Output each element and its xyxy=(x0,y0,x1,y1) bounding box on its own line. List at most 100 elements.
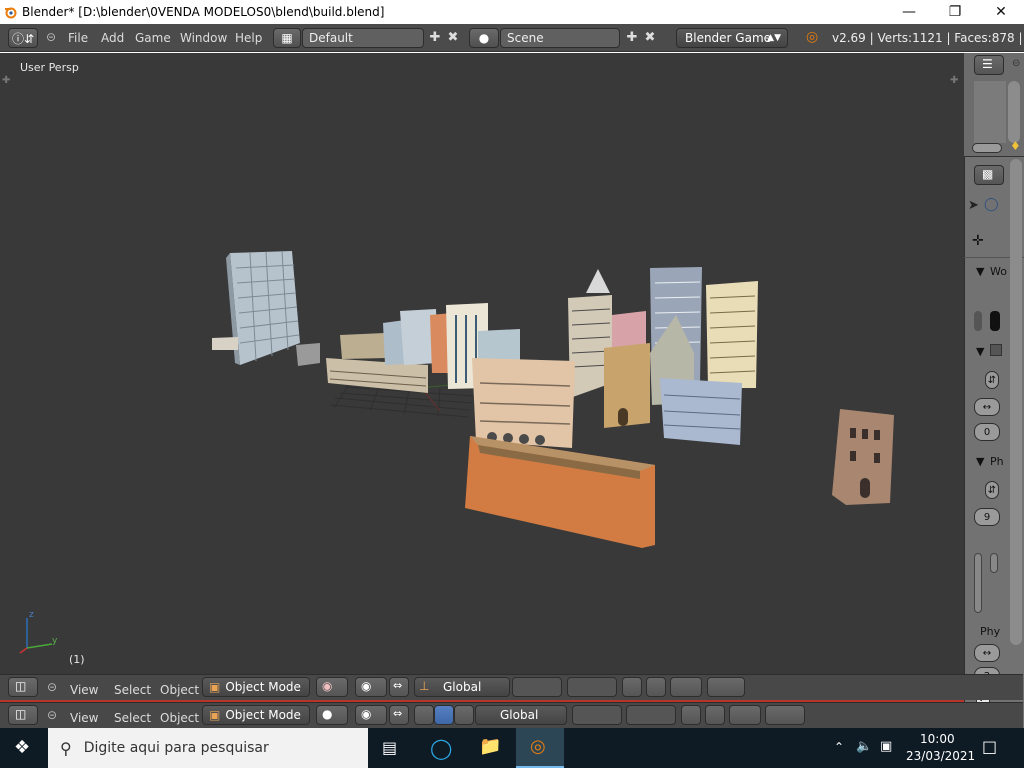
speaker-icon[interactable]: 🔈 xyxy=(856,739,872,754)
value-field-0[interactable]: 0 xyxy=(974,423,1000,441)
collapse-menu-icon[interactable]: ⊝ xyxy=(47,680,57,694)
clock-time[interactable]: 10:00 xyxy=(920,732,955,746)
screen-layout-selector[interactable]: ▦ xyxy=(273,28,301,48)
layer-buttons-a[interactable] xyxy=(572,705,622,725)
minimize-button[interactable]: — xyxy=(886,0,932,24)
properties-scrollbar[interactable] xyxy=(1010,159,1022,645)
physics-tab-icon[interactable]: ✛ xyxy=(972,233,984,249)
orientation-dropdown[interactable]: Global xyxy=(475,705,567,725)
tray-chevron-icon[interactable]: ⌃ xyxy=(834,740,844,754)
add-scene-icon[interactable]: ✚ xyxy=(625,30,639,46)
remove-scene-icon[interactable]: ✖ xyxy=(643,30,657,46)
value-field-9[interactable]: 9 xyxy=(974,508,1000,526)
scene-selector[interactable]: ● xyxy=(469,28,499,48)
transform-icon: ⊥ xyxy=(419,679,430,693)
menu-file[interactable]: File xyxy=(68,31,88,45)
editor-type-button[interactable]: ◫ xyxy=(8,677,38,697)
lock-layers-button[interactable] xyxy=(622,677,642,697)
3d-viewport[interactable]: User Persp ✚ ✚ z y (1) xyxy=(0,53,964,674)
add-screen-icon[interactable]: ✚ xyxy=(428,30,442,46)
lamp-icon: ♦ xyxy=(1010,139,1021,153)
manipulator-toggle[interactable]: ⇔ xyxy=(389,677,409,697)
notification-icon[interactable]: □ xyxy=(982,737,997,756)
color-slider[interactable] xyxy=(974,311,982,331)
pivot-point-button[interactable]: ◉ xyxy=(355,677,387,697)
small-gray-building xyxy=(296,343,320,366)
snap-button[interactable] xyxy=(670,677,702,697)
mist-panel-toggle-icon[interactable]: ▼ xyxy=(976,345,984,358)
translate-manipulator[interactable] xyxy=(414,705,434,725)
manipulator-toggle[interactable]: ⇔ xyxy=(389,705,409,725)
render-buttons[interactable] xyxy=(707,677,745,697)
edge-browser-icon[interactable]: ◯ xyxy=(430,736,452,760)
color-swatch[interactable] xyxy=(990,311,1000,331)
clock-date[interactable]: 23/03/2021 xyxy=(906,749,975,763)
phy-value-field[interactable]: ↔ xyxy=(974,644,1000,662)
task-view-icon[interactable]: ▤ xyxy=(382,738,397,757)
editor-type-button[interactable]: ◫ xyxy=(8,705,38,725)
properties-editor-button[interactable]: ▩ xyxy=(974,165,1004,185)
proportional-edit-button[interactable] xyxy=(646,677,666,697)
mode-dropdown[interactable]: ▣ Object Mode xyxy=(202,705,310,725)
world-panel-toggle-icon[interactable]: ▼ xyxy=(976,265,984,278)
menu-select[interactable]: Select xyxy=(114,711,151,725)
outliner-scrollbar[interactable] xyxy=(1008,81,1020,143)
object-mode-icon: ▣ xyxy=(209,708,221,722)
menu-window[interactable]: Window xyxy=(180,31,227,45)
scale-manipulator[interactable] xyxy=(454,705,474,725)
menu-add[interactable]: Add xyxy=(101,31,124,45)
screen-layout-field[interactable]: Default xyxy=(302,28,424,48)
layer-buttons-b[interactable] xyxy=(567,677,617,697)
blender-taskbar-button[interactable]: ◎ xyxy=(516,728,564,768)
menu-view[interactable]: View xyxy=(70,711,98,725)
lock-layers-button[interactable] xyxy=(681,705,701,725)
gravity-stepper[interactable]: ⇵ xyxy=(985,481,999,499)
3d-view-icon: ◫ xyxy=(15,707,27,721)
layout-grid-icon: ▦ xyxy=(281,31,293,45)
menu-select[interactable]: Select xyxy=(114,683,151,697)
rotate-manipulator[interactable] xyxy=(434,705,454,725)
viewport-shading-button[interactable]: ◉ xyxy=(316,677,348,697)
menu-game[interactable]: Game xyxy=(135,31,171,45)
minimize-icon: — xyxy=(902,4,916,20)
network-icon[interactable]: ▣ xyxy=(880,739,892,754)
collapse-menu-icon[interactable]: ⊝ xyxy=(46,30,56,44)
outliner-list[interactable] xyxy=(974,81,1006,143)
taskbar-search-box[interactable]: ⚲ Digite aqui para pesquisar xyxy=(48,728,368,768)
menu-object[interactable]: Object xyxy=(160,683,199,697)
remove-screen-icon[interactable]: ✖ xyxy=(446,30,460,46)
close-button[interactable]: ✕ xyxy=(978,0,1024,24)
object-mode-icon: ▣ xyxy=(209,680,221,694)
dropdown-arrows-icon: ▲▼ xyxy=(767,33,781,43)
layer-buttons-a[interactable] xyxy=(512,677,562,697)
outliner-editor-button[interactable]: ☰ xyxy=(974,55,1004,75)
file-explorer-icon[interactable]: 📁 xyxy=(479,736,501,757)
render-engine-dropdown[interactable]: Blender Game ▲▼ xyxy=(676,28,788,48)
vertical-slider[interactable] xyxy=(974,553,982,613)
proportional-edit-button[interactable] xyxy=(705,705,725,725)
physics-panel-toggle-icon[interactable]: ▼ xyxy=(976,455,984,468)
value-field[interactable]: ↔ xyxy=(974,398,1000,416)
mist-checkbox[interactable] xyxy=(990,344,1002,356)
collapse-menu-icon[interactable]: ⊝ xyxy=(47,708,57,722)
orientation-dropdown[interactable]: ⊥ Global xyxy=(414,677,510,697)
editor-type-info-button[interactable]: ⓘ⇵ xyxy=(8,28,38,48)
menu-view[interactable]: View xyxy=(70,683,98,697)
menu-object[interactable]: Object xyxy=(160,711,199,725)
small-slider[interactable] xyxy=(990,553,998,573)
mode-dropdown[interactable]: ▣ Object Mode xyxy=(202,677,310,697)
viewport-shading-button[interactable]: ● xyxy=(316,705,348,725)
world-icon[interactable]: ◯ xyxy=(984,197,999,212)
pin-icon[interactable]: ➤ xyxy=(968,198,979,213)
windows-start-icon[interactable]: ❖ xyxy=(14,737,30,758)
layer-buttons-b[interactable] xyxy=(626,705,676,725)
value-stepper[interactable]: ⇵ xyxy=(985,371,999,389)
outliner-toggle[interactable] xyxy=(972,143,1002,153)
scene-field[interactable]: Scene xyxy=(500,28,620,48)
pivot-point-button[interactable]: ◉ xyxy=(355,705,387,725)
restore-button[interactable]: ❐ xyxy=(932,0,978,24)
menu-help[interactable]: Help xyxy=(235,31,262,45)
collapse-icon[interactable]: ⊝ xyxy=(1012,58,1020,69)
render-buttons[interactable] xyxy=(765,705,805,725)
snap-button[interactable] xyxy=(729,705,761,725)
